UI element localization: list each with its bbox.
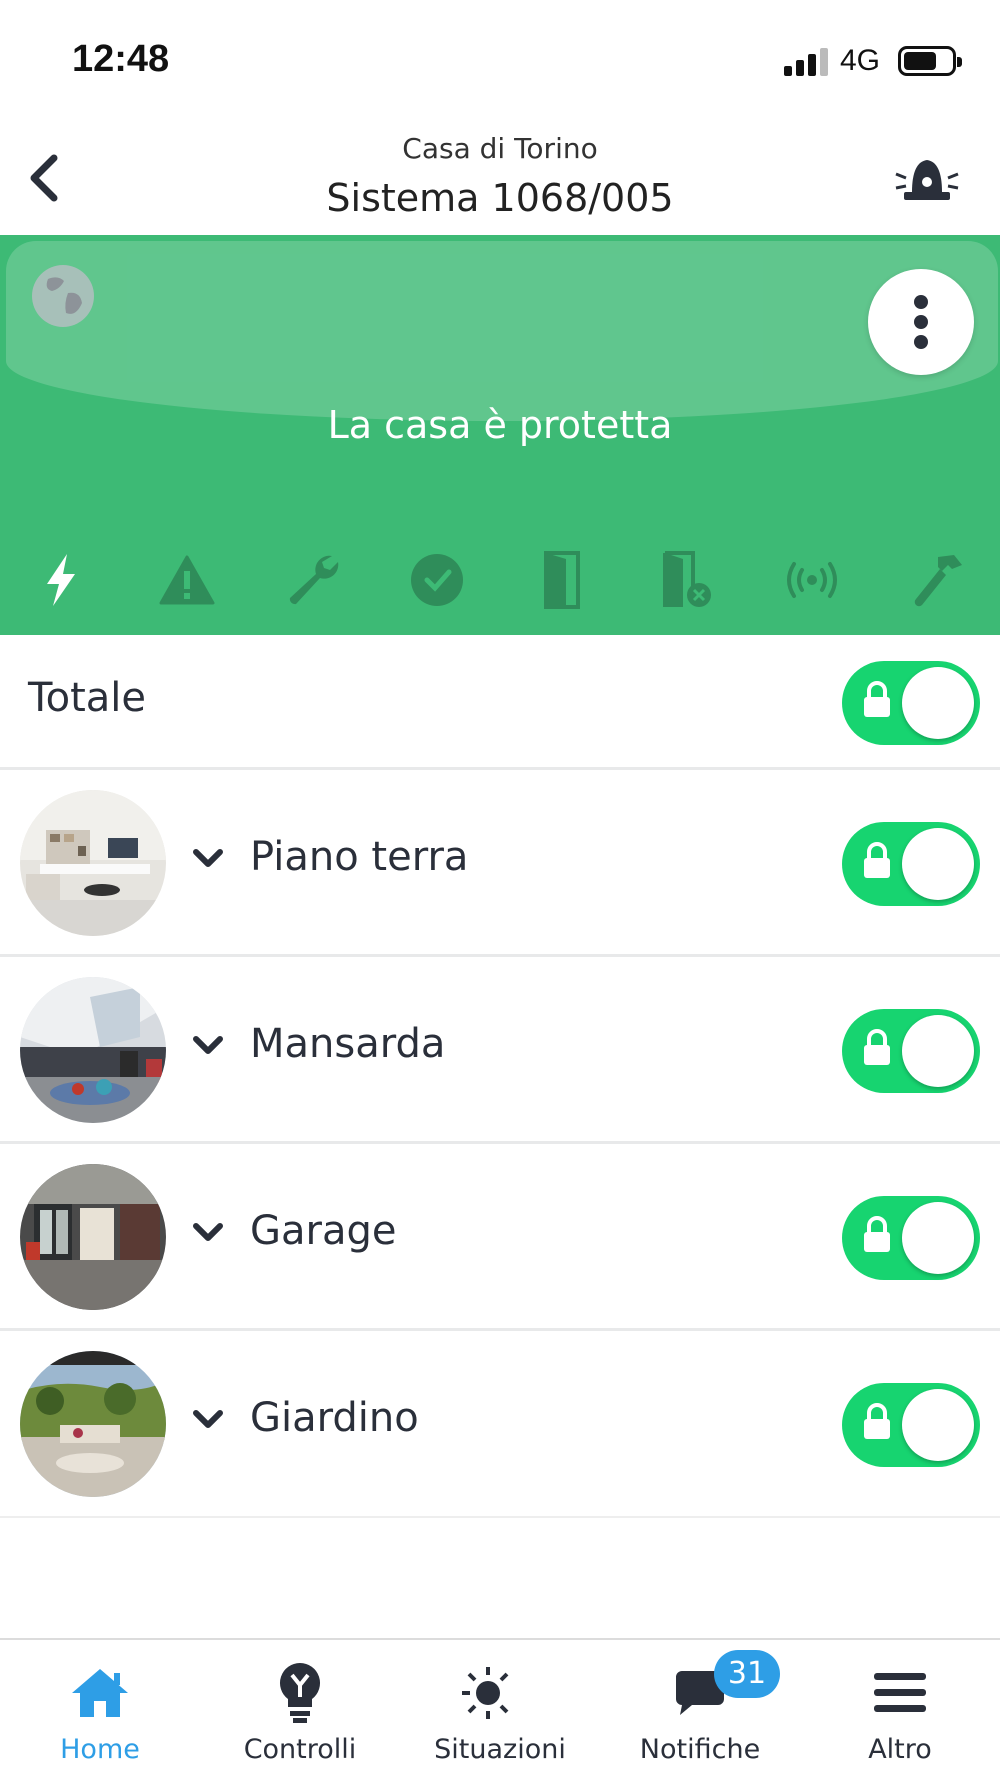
hammer-icon[interactable]	[902, 545, 972, 615]
tab-label: Home	[60, 1734, 140, 1765]
protection-status-text: La casa è protetta	[327, 403, 673, 447]
bottom-tab-bar: Home Controlli Situazioni 31 Notifiche A…	[0, 1638, 1000, 1778]
toggle-knob	[902, 1389, 974, 1461]
network-label: 4G	[840, 44, 881, 77]
expand-chevron-icon[interactable]	[190, 840, 226, 880]
clock-icon[interactable]	[402, 545, 472, 615]
zone-name: Garage	[250, 1208, 397, 1254]
tab-label: Altro	[868, 1734, 932, 1765]
zone-thumbnail	[20, 1164, 166, 1310]
zone-row: Mansarda	[0, 957, 1000, 1144]
status-panel: La casa è protetta	[0, 235, 1000, 635]
menu-icon	[860, 1658, 940, 1728]
page-title: Sistema 1068/005	[326, 176, 674, 220]
zone-arm-toggle[interactable]	[842, 1196, 980, 1280]
zone-name: Piano terra	[250, 834, 469, 880]
status-bar: 12:48 4G	[0, 0, 1000, 120]
zone-name: Mansarda	[250, 1021, 446, 1067]
notification-count-badge: 31	[714, 1650, 780, 1698]
zone-row: Garage	[0, 1144, 1000, 1331]
zone-row: Piano terra	[0, 770, 1000, 957]
signal-icon	[784, 48, 828, 76]
lock-icon	[864, 842, 890, 878]
expand-chevron-icon[interactable]	[190, 1214, 226, 1254]
door-icon[interactable]	[527, 545, 597, 615]
panel-icon-bar	[0, 545, 1000, 615]
total-arm-toggle[interactable]	[842, 661, 980, 745]
zone-thumbnail	[20, 977, 166, 1123]
home-icon	[60, 1658, 140, 1728]
wrench-icon[interactable]	[277, 545, 347, 615]
more-options-button[interactable]	[868, 269, 974, 375]
lock-icon	[864, 1403, 890, 1439]
tab-notifiche[interactable]: 31 Notifiche	[600, 1640, 800, 1778]
zone-arm-toggle[interactable]	[842, 822, 980, 906]
toggle-knob	[902, 1015, 974, 1087]
vertical-dots-icon	[914, 295, 928, 349]
lightbulb-icon	[260, 1658, 340, 1728]
lightning-icon[interactable]	[26, 545, 96, 615]
tab-label: Controlli	[243, 1734, 357, 1765]
header: Casa di Torino Sistema 1068/005	[0, 120, 1000, 235]
siren-icon	[895, 160, 959, 200]
zone-row: Giardino	[0, 1331, 1000, 1518]
expand-chevron-icon[interactable]	[190, 1027, 226, 1067]
total-label: Totale	[28, 675, 147, 721]
zone-arm-toggle[interactable]	[842, 1383, 980, 1467]
battery-icon	[898, 46, 962, 76]
tab-altro[interactable]: Altro	[800, 1640, 1000, 1778]
toggle-knob	[902, 828, 974, 900]
expand-chevron-icon[interactable]	[190, 1401, 226, 1441]
lock-icon	[864, 1029, 890, 1065]
header-subtitle: Casa di Torino	[402, 132, 598, 165]
zone-name: Giardino	[250, 1395, 419, 1441]
signal-broadcast-icon[interactable]	[777, 545, 847, 615]
sun-moon-icon	[460, 1658, 540, 1728]
tab-controlli[interactable]: Controlli	[200, 1640, 400, 1778]
toggle-knob	[902, 667, 974, 739]
lock-icon	[864, 681, 890, 717]
tab-label: Notifiche	[639, 1734, 761, 1765]
door-excluded-icon[interactable]	[652, 545, 722, 615]
tab-home[interactable]: Home	[0, 1640, 200, 1778]
zone-thumbnail	[20, 790, 166, 936]
total-row: Totale	[0, 635, 1000, 770]
battery-level	[904, 52, 936, 70]
warning-icon[interactable]	[152, 545, 222, 615]
globe-icon[interactable]	[30, 263, 96, 329]
alarm-siren-button[interactable]	[892, 144, 962, 214]
lock-icon	[864, 1216, 890, 1252]
zone-arm-toggle[interactable]	[842, 1009, 980, 1093]
toggle-knob	[902, 1202, 974, 1274]
status-time: 12:48	[72, 38, 170, 80]
zone-thumbnail	[20, 1351, 166, 1497]
tab-situazioni[interactable]: Situazioni	[400, 1640, 600, 1778]
tab-label: Situazioni	[434, 1734, 566, 1765]
